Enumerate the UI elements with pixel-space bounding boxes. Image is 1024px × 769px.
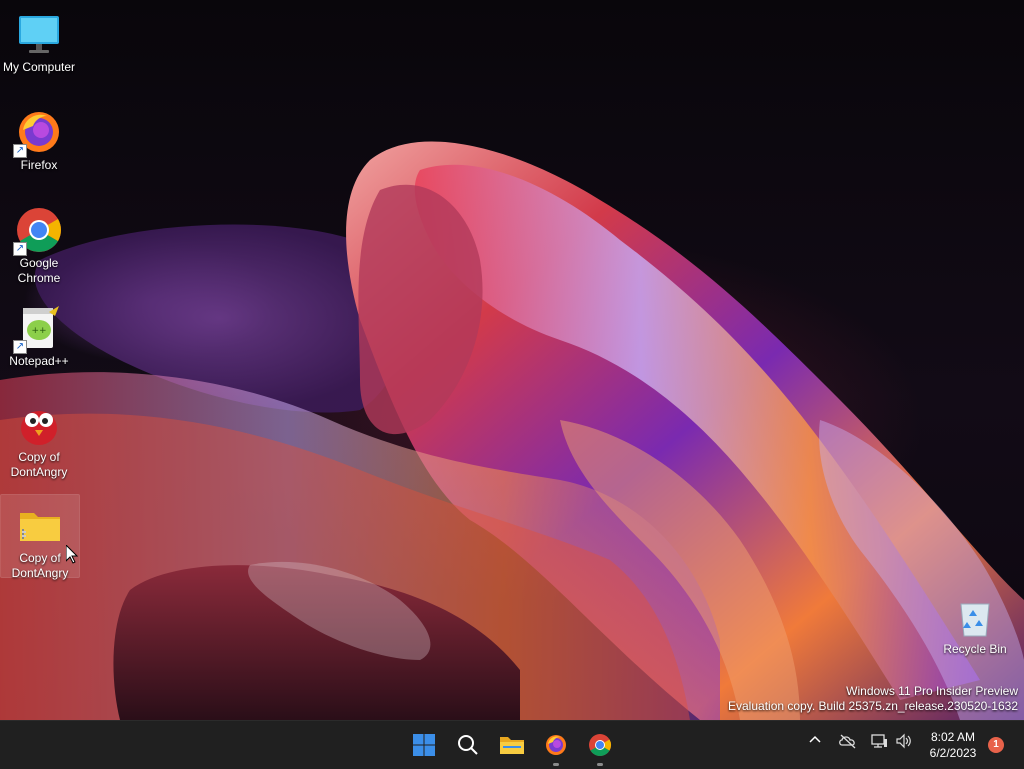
desktop-icon-firefox[interactable]: ↗ Firefox (0, 102, 78, 173)
search-button[interactable] (450, 727, 486, 763)
file-explorer-button[interactable] (494, 727, 530, 763)
desktop-icon-recycle-bin[interactable]: Recycle Bin (942, 596, 1008, 656)
taskbar: 8:02 AM 6/2/2023 1 (0, 720, 1024, 769)
desktop-icon-dontangry-bird[interactable]: Copy of DontAngry (0, 394, 78, 480)
firefox-taskbar-button[interactable] (538, 727, 574, 766)
clock-time: 8:02 AM (930, 730, 976, 744)
desktop-icon-label: Copy of DontAngry (10, 450, 68, 479)
clock-date: 6/2/2023 (929, 746, 977, 760)
recycle-bin-label: Recycle Bin (943, 642, 1007, 656)
desktop-icon-label: Notepad++ (9, 354, 69, 368)
start-button[interactable] (406, 727, 442, 763)
mouse-cursor-icon (65, 543, 79, 569)
firefox-icon (546, 735, 566, 755)
volume-icon (896, 733, 911, 749)
watermark-line-1: Windows 11 Pro Insider Preview (846, 684, 1018, 698)
shortcut-arrow-icon: ↗ (13, 144, 27, 158)
red-bird-icon (15, 400, 63, 448)
desktop-icon-notepadpp[interactable]: ++ ↗ Notepad++ (0, 298, 78, 369)
show-hidden-icons-button[interactable] (808, 733, 822, 752)
desktop-icon-google-chrome[interactable]: ↗ Google Chrome (0, 200, 78, 286)
folder-icon (500, 737, 524, 754)
notepadpp-icon: ++ ↗ (13, 304, 63, 354)
svg-text:++: ++ (31, 326, 46, 336)
shortcut-arrow-icon: ↗ (13, 340, 27, 354)
zip-folder-icon (16, 501, 64, 549)
chevron-up-icon (809, 735, 821, 743)
firefox-icon: ↗ (13, 108, 63, 158)
desktop-icon-label: Firefox (20, 158, 58, 172)
search-icon (458, 735, 478, 755)
desktop[interactable]: My Computer ↗ Firefox ↗ Google Chrome ++… (0, 0, 1024, 720)
shortcut-arrow-icon: ↗ (13, 242, 27, 256)
monitor-icon (15, 10, 63, 58)
wallpaper-bloom (0, 141, 1024, 720)
clock-button[interactable]: 8:02 AM 6/2/2023 (925, 729, 981, 761)
windows-logo-icon (413, 734, 435, 756)
running-indicator (597, 763, 603, 766)
onedrive-status-button[interactable] (838, 733, 858, 754)
running-indicator (553, 763, 559, 766)
os-watermark: Windows 11 Pro Insider Preview Evaluatio… (728, 684, 1018, 714)
notification-badge[interactable]: 1 (988, 737, 1004, 753)
chrome-taskbar-button[interactable] (582, 727, 618, 766)
onedrive-offline-icon (839, 734, 856, 749)
recycle-bin-icon (953, 596, 997, 640)
volume-button[interactable] (895, 733, 913, 754)
chrome-icon: ↗ (13, 206, 63, 256)
network-button[interactable] (870, 733, 888, 754)
desktop-icon-label: My Computer (2, 60, 76, 74)
chrome-icon (589, 734, 611, 756)
desktop-icon-my-computer[interactable]: My Computer (0, 4, 78, 75)
desktop-icon-label: Google Chrome (17, 256, 61, 285)
network-icon (871, 734, 887, 748)
watermark-line-2: Evaluation copy. Build 25375.zn_release.… (728, 699, 1018, 713)
